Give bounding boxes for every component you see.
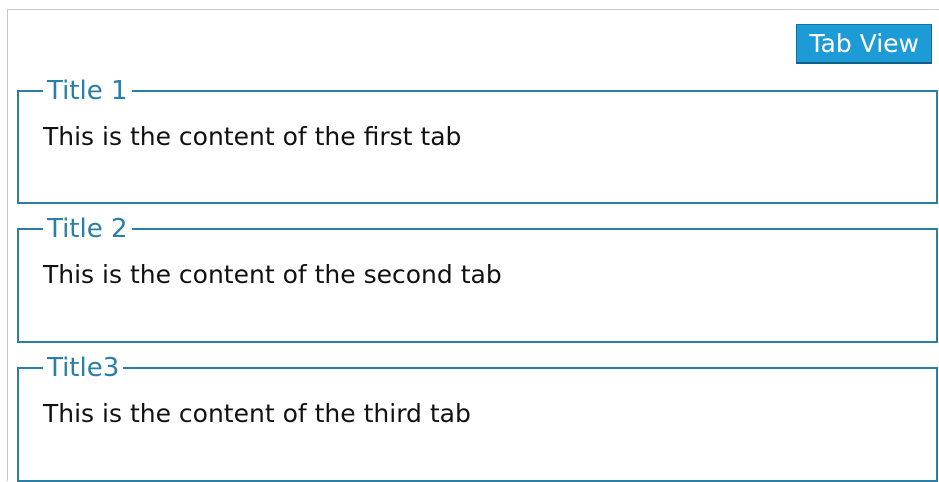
fieldset-panel-3: Title3 This is the content of the third … [17, 353, 938, 482]
fieldset-panel-2: Title 2 This is the content of the secon… [17, 214, 938, 343]
panel-content-3: This is the content of the third tab [43, 399, 471, 428]
tab-view-button[interactable]: Tab View [796, 24, 932, 64]
panel-content-2: This is the content of the second tab [43, 260, 502, 289]
panel-title-3[interactable]: Title3 [43, 353, 123, 383]
panel-content-1: This is the content of the first tab [43, 122, 462, 151]
toolbar: Tab View [796, 24, 932, 64]
panel-title-1[interactable]: Title 1 [43, 76, 132, 106]
panel-title-2[interactable]: Title 2 [43, 214, 132, 244]
panel-container: Tab View Title 1 This is the content of … [7, 9, 939, 482]
fieldset-panel-1: Title 1 This is the content of the first… [17, 76, 938, 204]
